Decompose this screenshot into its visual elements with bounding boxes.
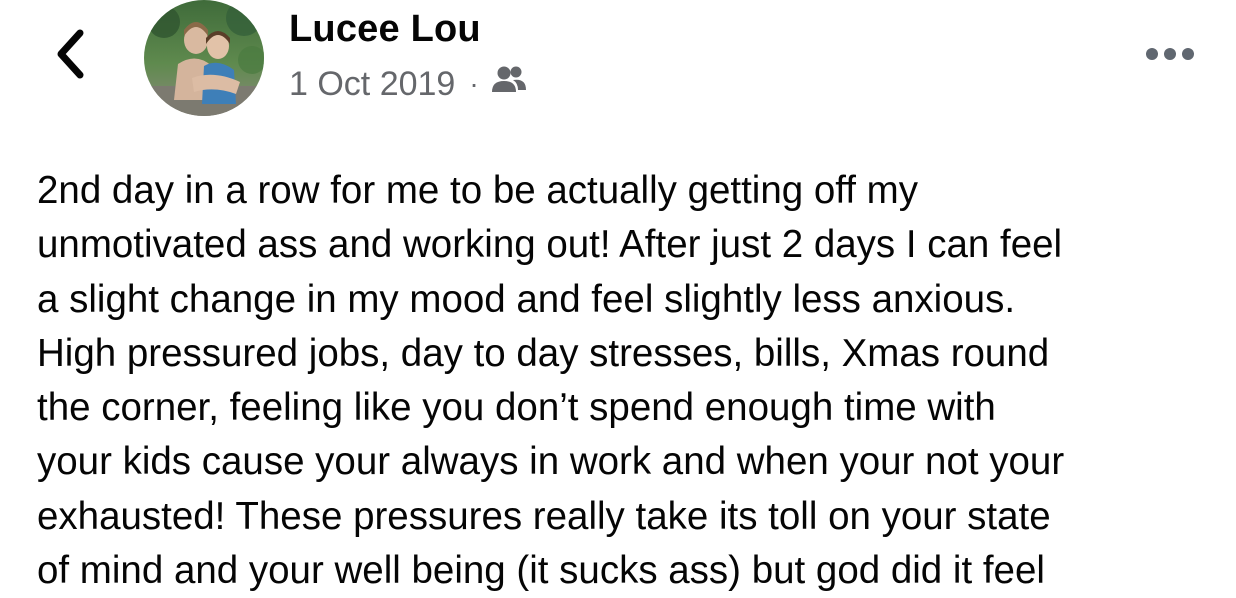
- post-line: exhausted! These pressures really take i…: [37, 494, 1051, 538]
- author-name[interactable]: Lucee Lou: [289, 8, 481, 51]
- post-line: a slight change in my mood and feel slig…: [37, 277, 1016, 321]
- friends-icon[interactable]: [491, 64, 527, 105]
- post-body: 2nd day in a row for me to be actually g…: [37, 164, 1222, 598]
- post-line: of mind and your well being (it sucks as…: [37, 549, 1045, 593]
- post-line: 2nd day in a row for me to be actually g…: [37, 169, 918, 212]
- avatar[interactable]: [144, 0, 264, 116]
- meta-separator: ·: [469, 68, 479, 99]
- chevron-left-icon: [53, 28, 87, 85]
- post-line: your kids cause your always in work and …: [37, 440, 1065, 484]
- post-line: unmotivated ass and working out! After j…: [37, 223, 1063, 267]
- post-line: High pressured jobs, day to day stresses…: [37, 331, 1050, 375]
- back-button[interactable]: [48, 28, 92, 84]
- post-date[interactable]: 1 Oct 2019: [289, 65, 455, 104]
- post-meta: 1 Oct 2019 ·: [289, 64, 527, 104]
- post-line: the corner, feeling like you don’t spend…: [37, 386, 996, 430]
- more-horizontal-icon: [1145, 47, 1195, 66]
- more-options-button[interactable]: [1140, 36, 1200, 76]
